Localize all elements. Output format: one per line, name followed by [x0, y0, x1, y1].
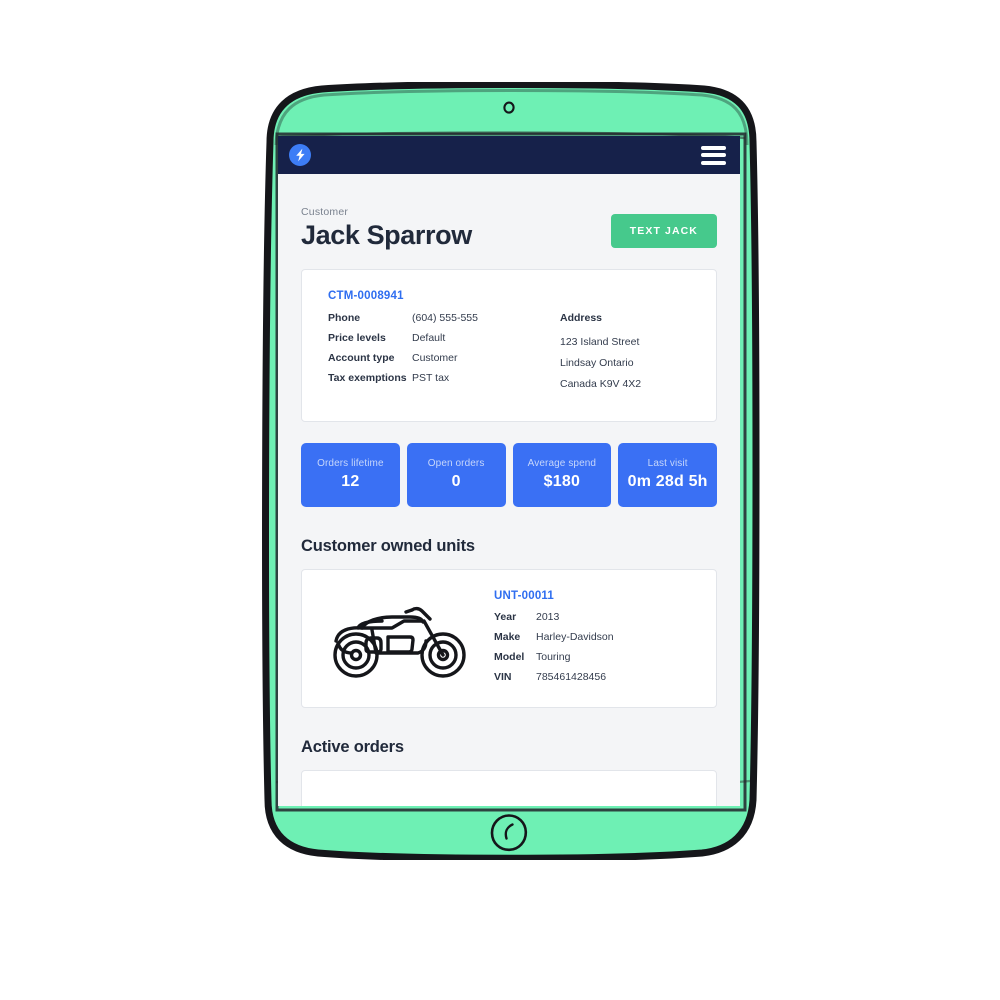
detail-row: Tax exemptions PST tax	[328, 372, 560, 385]
unit-detail-row: Make Harley-Davidson	[494, 631, 696, 644]
front-camera-icon	[502, 101, 516, 115]
detail-row: Account type Customer	[328, 352, 560, 365]
unit-detail-row: Year 2013	[494, 611, 696, 624]
hamburger-bar	[701, 160, 726, 165]
tablet-screen: Customer Jack Sparrow TEXT JACK CTM-0008…	[278, 136, 740, 806]
lightning-bolt-logo-icon[interactable]	[289, 144, 311, 166]
stat-tile-label: Orders lifetime	[317, 458, 384, 470]
customer-info-card: CTM-0008941 Phone (604) 555-555 Price le…	[301, 268, 717, 422]
unit-detail-value: 2013	[536, 610, 560, 623]
unit-detail-value: 785461428456	[536, 670, 607, 683]
unit-detail-label: Year	[494, 610, 517, 623]
detail-value: (604) 555-555	[412, 311, 478, 324]
stat-tile-value: $180	[543, 473, 581, 491]
customer-details-column: Phone (604) 555-555 Price levels Default…	[328, 312, 560, 399]
page-title-block: Customer Jack Sparrow	[301, 206, 472, 251]
detail-label: Account type	[328, 351, 395, 364]
stat-tile-open-orders[interactable]: Open orders 0	[406, 442, 506, 507]
stat-tile-label: Open orders	[427, 458, 485, 470]
address-line: 123 Island Street	[560, 335, 640, 348]
unit-detail-value: Harley-Davidson	[536, 630, 614, 643]
home-button-icon[interactable]	[488, 812, 530, 854]
address-line: Lindsay Ontario	[560, 356, 634, 369]
unit-detail-label: Model	[494, 650, 525, 663]
address-line: Canada K9V 4X2	[560, 377, 642, 390]
page-eyebrow: Customer	[301, 206, 349, 218]
stat-tile-orders-lifetime[interactable]: Orders lifetime 12	[301, 442, 400, 507]
active-orders-card[interactable]	[301, 769, 717, 806]
hamburger-menu-icon[interactable]	[701, 145, 726, 165]
text-customer-button[interactable]: TEXT JACK	[610, 213, 717, 248]
stat-tile-label: Average spend	[527, 458, 597, 470]
stat-tile-value: 0	[451, 473, 461, 491]
detail-value: Default	[412, 331, 446, 344]
stat-tile-average-spend[interactable]: Average spend $180	[512, 442, 612, 507]
stat-tiles: Orders lifetime 12 Open orders 0 Average…	[301, 442, 717, 507]
page-title: Jack Sparrow	[301, 220, 472, 250]
detail-row: Price levels Default	[328, 332, 560, 345]
screenshot-stage: Customer Jack Sparrow TEXT JACK CTM-0008…	[0, 0, 1000, 1000]
detail-label: Tax exemptions	[328, 371, 407, 384]
unit-card[interactable]: UNT-00011 Year 2013 Make Harley-Davidson…	[301, 568, 717, 708]
address-label: Address	[560, 311, 603, 324]
page-header: Customer Jack Sparrow TEXT JACK	[301, 174, 717, 251]
unit-detail-value: Touring	[536, 650, 571, 663]
customer-id-link[interactable]: CTM-0008941	[328, 290, 404, 302]
page-content: Customer Jack Sparrow TEXT JACK CTM-0008…	[278, 174, 740, 806]
hamburger-bar	[701, 153, 726, 157]
app-navbar	[278, 136, 740, 174]
unit-detail-label: VIN	[494, 670, 512, 683]
stat-tile-label: Last visit	[647, 458, 688, 470]
unit-detail-label: Make	[494, 630, 521, 643]
stat-tile-value: 0m 28d 5h	[627, 473, 708, 491]
detail-label: Phone	[328, 311, 361, 324]
unit-detail-row: Model Touring	[494, 651, 696, 664]
unit-detail-row: VIN 785461428456	[494, 671, 696, 684]
detail-value: Customer	[412, 351, 458, 364]
stat-tile-last-visit[interactable]: Last visit 0m 28d 5h	[618, 442, 717, 507]
units-section-title: Customer owned units	[301, 536, 475, 555]
detail-row: Phone (604) 555-555	[328, 312, 560, 325]
orders-section-title: Active orders	[301, 737, 404, 756]
detail-label: Price levels	[328, 331, 386, 344]
hamburger-bar	[701, 145, 726, 150]
detail-value: PST tax	[412, 371, 450, 384]
customer-address-column: Address 123 Island Street Lindsay Ontari…	[560, 312, 690, 399]
unit-details: UNT-00011 Year 2013 Make Harley-Davidson…	[482, 586, 696, 691]
motorcycle-illustration-icon	[322, 597, 482, 679]
customer-info-columns: Phone (604) 555-555 Price levels Default…	[328, 312, 690, 399]
stat-tile-value: 12	[341, 473, 360, 491]
unit-id-link[interactable]: UNT-00011	[494, 590, 554, 602]
